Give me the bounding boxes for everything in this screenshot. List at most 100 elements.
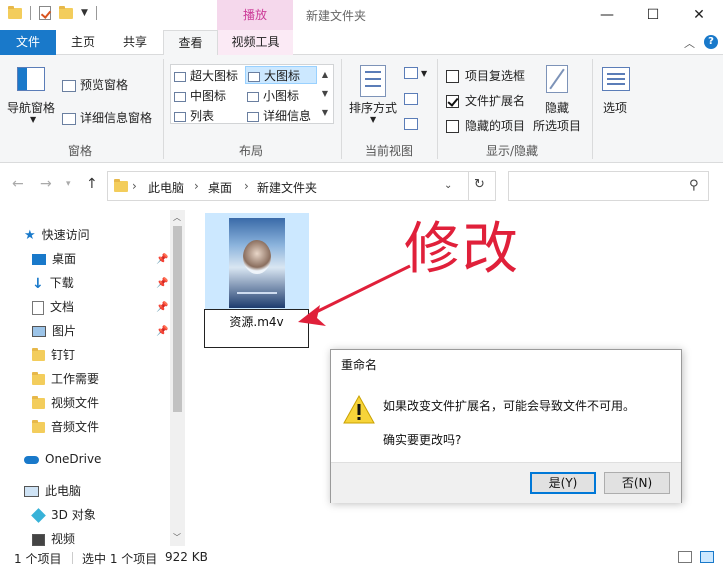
nav-pictures[interactable]: 图片 — [32, 319, 76, 343]
close-button[interactable]: ✕ — [676, 0, 722, 30]
size-columns-icon[interactable] — [404, 118, 418, 130]
group-by-icon[interactable] — [404, 67, 418, 79]
cube-icon — [31, 508, 46, 523]
nav-this-pc[interactable]: 此电脑 — [24, 479, 81, 503]
nav-documents[interactable]: 文档 — [32, 295, 74, 319]
group-divider — [592, 59, 593, 159]
nav-video-files[interactable]: 视频文件 — [32, 391, 99, 415]
scrollbar-thumb[interactable] — [173, 226, 182, 412]
minimize-button[interactable]: — — [584, 0, 630, 30]
pin-icon[interactable]: 📌 — [156, 302, 168, 313]
hide-selected-button[interactable]: 隐藏 — [545, 99, 569, 116]
nav-3d-objects[interactable]: 3D 对象 — [31, 503, 96, 527]
navigation-pane-dropdown-icon[interactable]: ▼ — [30, 115, 36, 124]
breadcrumb-separator-icon[interactable]: › — [194, 179, 199, 193]
expand-gallery-icon[interactable]: ▼ — [319, 103, 331, 122]
nav-dingding[interactable]: 钉钉 — [32, 343, 75, 367]
forward-arrow-icon[interactable]: → — [40, 176, 52, 192]
new-folder-icon[interactable] — [59, 5, 73, 19]
nav-label: 3D 对象 — [51, 508, 96, 522]
thumbnail-portrait — [243, 240, 271, 274]
options-button[interactable]: 选项 — [603, 99, 627, 116]
navigation-pane-button[interactable]: 导航窗格 — [7, 99, 55, 116]
tab-view[interactable]: 查看 — [163, 30, 218, 56]
layout-details[interactable]: 详细信息 — [247, 107, 311, 124]
group-by-dropdown-icon[interactable]: ▼ — [421, 69, 427, 78]
refresh-icon[interactable]: ↻ — [474, 177, 485, 192]
layout-gallery-scroll[interactable]: ▲ ▼ ▼ — [319, 65, 331, 123]
details-pane-button[interactable]: 详细信息窗格 — [62, 109, 152, 126]
hidden-items-checkbox[interactable] — [446, 120, 459, 133]
layout-gallery: 超大图标 大图标 中图标 小图标 列表 详细信息 — [170, 64, 334, 124]
scroll-up-icon[interactable]: ︿ — [173, 212, 181, 223]
layout-small-icons[interactable]: 小图标 — [247, 87, 299, 104]
selected-count: 选中 1 个项目 — [82, 552, 158, 566]
nav-label: 下载 — [49, 276, 74, 290]
recent-locations-icon[interactable]: ▾ — [66, 179, 71, 189]
layout-medium-icons[interactable]: 中图标 — [174, 87, 226, 104]
breadcrumb-separator-icon[interactable]: › — [244, 179, 249, 193]
scroll-down-icon[interactable]: ▼ — [319, 84, 331, 103]
item-checkboxes-toggle[interactable]: 项目复选框 — [446, 67, 525, 84]
scroll-down-icon[interactable]: ﹀ — [173, 532, 181, 543]
ribbon: 导航窗格 ▼ 预览窗格 详细信息窗格 窗格 超大图标 大图标 中图标 小图标 列… — [0, 55, 723, 163]
preview-pane-button[interactable]: 预览窗格 — [62, 76, 128, 93]
maximize-button[interactable]: ☐ — [630, 0, 676, 30]
nav-onedrive[interactable]: OneDrive — [24, 447, 101, 471]
group-label-show-hide: 显示/隐藏 — [486, 144, 539, 158]
breadcrumb-new-folder[interactable]: 新建文件夹 — [257, 179, 317, 196]
layout-label: 详细信息 — [263, 109, 312, 123]
pin-icon[interactable]: 📌 — [156, 254, 168, 265]
nav-quick-access[interactable]: ★ 快速访问 — [24, 223, 90, 247]
nav-work[interactable]: 工作需要 — [32, 367, 99, 391]
up-arrow-icon[interactable]: ↑ — [86, 176, 98, 192]
pin-icon[interactable]: 📌 — [156, 278, 168, 289]
sort-by-button[interactable]: 排序方式 — [349, 99, 397, 116]
thumbnail-caption-line — [237, 292, 277, 294]
nav-desktop[interactable]: 桌面 — [32, 247, 76, 271]
navigation-pane: ★ 快速访问 桌面 📌 ↓ 下载 📌 文档 📌 图片 📌 钉钉 工作需要 视频文件 … — [0, 210, 185, 546]
nav-label: 图片 — [52, 324, 77, 338]
add-columns-icon[interactable] — [404, 93, 418, 105]
pictures-icon — [32, 326, 46, 337]
yes-button[interactable]: 是(Y) — [530, 472, 596, 494]
nav-label: 工作需要 — [51, 372, 100, 386]
hide-selected-button-line2[interactable]: 所选项目 — [533, 117, 581, 134]
help-icon[interactable]: ? — [704, 35, 718, 49]
address-bar[interactable]: › 此电脑 › 桌面 › 新建文件夹 ⌄ ↻ — [107, 171, 496, 201]
collapse-ribbon-icon[interactable]: ︿ — [684, 35, 695, 51]
selected-size: 922 KB — [165, 550, 208, 564]
nav-downloads[interactable]: ↓ 下载 — [32, 271, 74, 295]
properties-icon[interactable] — [39, 6, 51, 20]
file-extensions-toggle[interactable]: 文件扩展名 — [446, 92, 525, 109]
layout-list[interactable]: 列表 — [174, 107, 214, 124]
nav-audio-files[interactable]: 音频文件 — [32, 415, 99, 439]
tab-video-tools[interactable]: 视频工具 — [218, 30, 293, 55]
file-extensions-checkbox[interactable] — [446, 95, 459, 108]
layout-large-icons[interactable]: 大图标 — [245, 66, 317, 84]
item-checkboxes-checkbox[interactable] — [446, 70, 459, 83]
layout-extra-large-icons[interactable]: 超大图标 — [174, 67, 238, 84]
tab-share[interactable]: 共享 — [112, 30, 158, 55]
group-divider — [437, 59, 438, 159]
address-history-dropdown-icon[interactable]: ⌄ — [444, 180, 452, 191]
pin-icon[interactable]: 📌 — [156, 326, 168, 337]
search-input[interactable]: ⚲ — [508, 171, 709, 201]
hidden-items-toggle[interactable]: 隐藏的项目 — [446, 117, 525, 134]
tab-file[interactable]: 文件 — [0, 30, 56, 55]
scroll-up-icon[interactable]: ▲ — [319, 65, 331, 84]
sort-by-dropdown-icon[interactable]: ▼ — [370, 115, 376, 124]
cloud-icon — [24, 455, 39, 464]
dialog-question: 确实要更改吗? — [383, 433, 462, 447]
back-arrow-icon[interactable]: ← — [12, 176, 24, 192]
large-icons-view-icon[interactable] — [700, 551, 714, 563]
breadcrumb-separator-icon[interactable]: › — [132, 179, 137, 193]
navigation-pane-scrollbar[interactable]: ︿ ﹀ — [170, 210, 185, 546]
tab-home[interactable]: 主页 — [60, 30, 106, 55]
video-thumbnail — [229, 218, 285, 308]
no-button[interactable]: 否(N) — [604, 472, 670, 494]
breadcrumb-desktop[interactable]: 桌面 — [208, 179, 232, 196]
breadcrumb-this-pc[interactable]: 此电脑 — [148, 179, 184, 196]
customize-toolbar-dropdown-icon[interactable]: ▼ — [81, 8, 88, 18]
details-view-icon[interactable] — [678, 551, 692, 563]
